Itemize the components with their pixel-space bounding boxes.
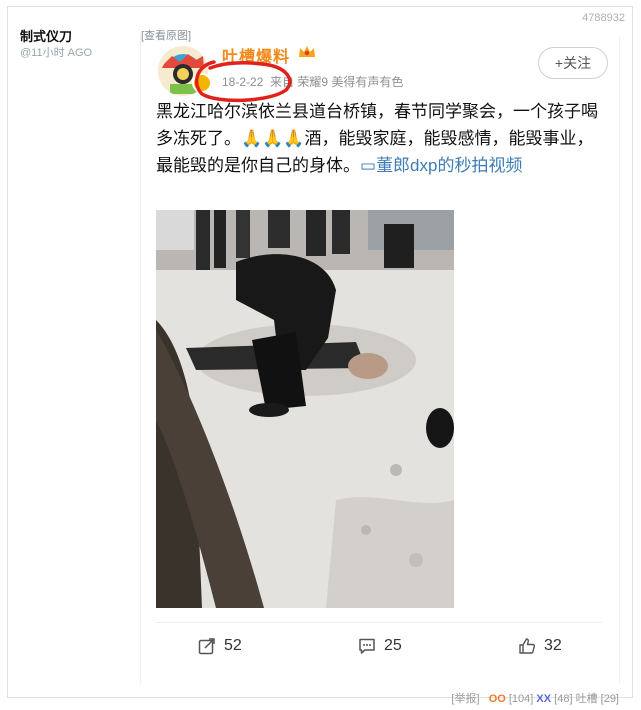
like-button[interactable]: 32 bbox=[518, 634, 562, 658]
poster-time: @11小时 AGO bbox=[20, 47, 93, 59]
poster-name[interactable]: 制式仪刀 bbox=[20, 26, 72, 45]
post-id: 4788932 bbox=[582, 12, 625, 24]
like-icon bbox=[519, 638, 536, 654]
oo-button[interactable]: OO bbox=[489, 693, 506, 705]
tucao-button[interactable]: 吐槽 bbox=[576, 693, 598, 705]
comment-icon bbox=[359, 638, 375, 654]
action-divider bbox=[156, 622, 602, 623]
share-button[interactable]: 52 bbox=[198, 634, 242, 658]
xx-button[interactable]: XX bbox=[536, 693, 551, 705]
photo-image bbox=[156, 210, 454, 608]
share-count: 52 bbox=[224, 637, 242, 654]
share-icon bbox=[198, 638, 215, 655]
follow-button[interactable]: +关注 bbox=[538, 47, 608, 79]
xx-count: [48] bbox=[554, 693, 573, 705]
like-count: 32 bbox=[544, 637, 562, 654]
oo-count: [104] bbox=[508, 693, 534, 705]
post-photo[interactable] bbox=[156, 210, 454, 608]
rating-footer: [举报] OO [104] XX [48] 吐槽 [29] bbox=[451, 690, 619, 706]
tucao-count: [29] bbox=[600, 693, 619, 705]
comment-count: 25 bbox=[384, 637, 402, 654]
comment-button[interactable]: 25 bbox=[358, 634, 402, 658]
report-link[interactable]: [举报] bbox=[451, 693, 479, 705]
video-link[interactable]: 董郎dxp的秒拍视频 bbox=[376, 156, 522, 175]
view-original-link[interactable]: [查看原图] bbox=[141, 27, 191, 43]
post-content: 黑龙江哈尔滨依兰县道台桥镇，春节同学聚会，一个孩子喝多冻死了。🙏🙏🙏酒，能毁家庭… bbox=[156, 98, 608, 179]
crown-icon bbox=[299, 46, 315, 57]
video-link-icon[interactable]: ▭ bbox=[360, 156, 376, 175]
